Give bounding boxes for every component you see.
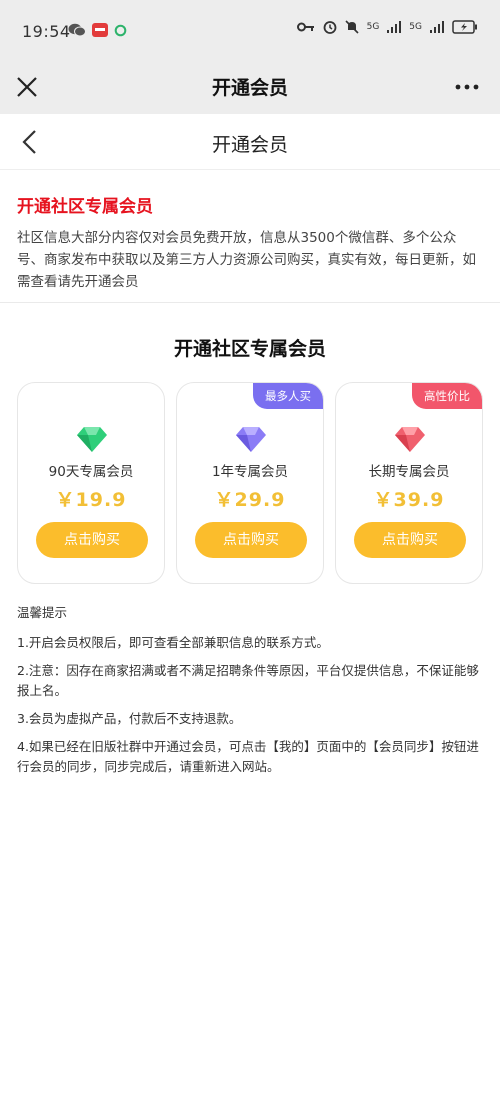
tip-item: 1.开启会员权限后，即可查看全部兼职信息的联系方式。 [17, 635, 329, 650]
signal-icon-2 [430, 21, 444, 33]
key-icon [296, 22, 314, 32]
tip-item: 3.会员为虚拟产品，付款后不支持退款。 [17, 711, 242, 726]
purple-diamond-icon [236, 427, 266, 452]
sync-icon [114, 24, 127, 36]
wechat-title: 开通会员 [211, 77, 288, 99]
status-notification-icons [68, 23, 127, 37]
wechat-title-bar: 开通会员 [0, 62, 500, 114]
signal-icon-1 [387, 21, 402, 33]
buy-button-1year[interactable]: 点击购买 [195, 522, 307, 558]
tip-item: 4.如果已经在旧版社群中开通过会员，可点击【我的】页面中的【会员同步】按钮进行会… [17, 739, 479, 774]
buy-button-lifetime[interactable]: 点击购买 [354, 522, 466, 558]
app-notification-icon [92, 23, 108, 37]
intro-section: 开通社区专属会员 社区信息大部分内容仅对会员免费开放，信息从3500个微信群、多… [0, 170, 500, 303]
plan-list: 90天专属会员 ￥19.9 点击购买 最多人买 1年专属会员 ￥29.9 点击购… [17, 382, 483, 584]
page-nav-bar: 开通会员 [0, 114, 500, 170]
plan-card-lifetime[interactable]: 高性价比 长期专属会员 ￥39.9 点击购买 [335, 382, 483, 584]
plan-name: 长期专属会员 [368, 464, 450, 480]
plan-tag-most-bought: 最多人买 [253, 383, 323, 409]
buy-button-90days[interactable]: 点击购买 [36, 522, 148, 558]
tip-item: 2.注意：因存在商家招满或者不满足招聘条件等原因，平台仅提供信息，不保证能够报上… [17, 663, 479, 698]
plan-price: ￥39.9 [373, 489, 445, 511]
intro-title: 开通社区专属会员 [17, 197, 153, 217]
tips-heading: 温馨提示 [17, 605, 68, 620]
tips-section: 温馨提示 1.开启会员权限后，即可查看全部兼职信息的联系方式。 2.注意：因存在… [17, 603, 487, 785]
plan-tag-best-value: 高性价比 [412, 383, 482, 409]
plan-card-90days[interactable]: 90天专属会员 ￥19.9 点击购买 [17, 382, 165, 584]
mute-icon [345, 20, 359, 34]
battery-icon [452, 20, 477, 34]
network-type-1: 5G [366, 22, 380, 32]
plan-price: ￥19.9 [55, 489, 127, 511]
plan-name: 1年专属会员 [211, 464, 289, 480]
plan-price: ￥29.9 [214, 489, 286, 511]
wechat-icon [68, 23, 86, 37]
green-diamond-icon [77, 427, 107, 452]
status-right-icons: 5G 5G [296, 20, 478, 34]
network-type-2: 5G [409, 22, 422, 32]
plan-card-1year[interactable]: 最多人买 1年专属会员 ￥29.9 点击购买 [176, 382, 324, 584]
intro-description: 社区信息大部分内容仅对会员免费开放，信息从3500个微信群、多个公众号、商家发布… [17, 230, 476, 290]
plans-title: 开通社区专属会员 [173, 338, 326, 360]
red-diamond-icon [395, 427, 425, 452]
status-bar: 19:54 5G 5G [0, 0, 500, 62]
more-icon[interactable] [454, 74, 480, 100]
page-title: 开通会员 [211, 134, 288, 156]
plan-name: 90天专属会员 [48, 464, 134, 480]
alarm-icon [323, 21, 336, 34]
status-time: 19:54 [22, 22, 71, 41]
